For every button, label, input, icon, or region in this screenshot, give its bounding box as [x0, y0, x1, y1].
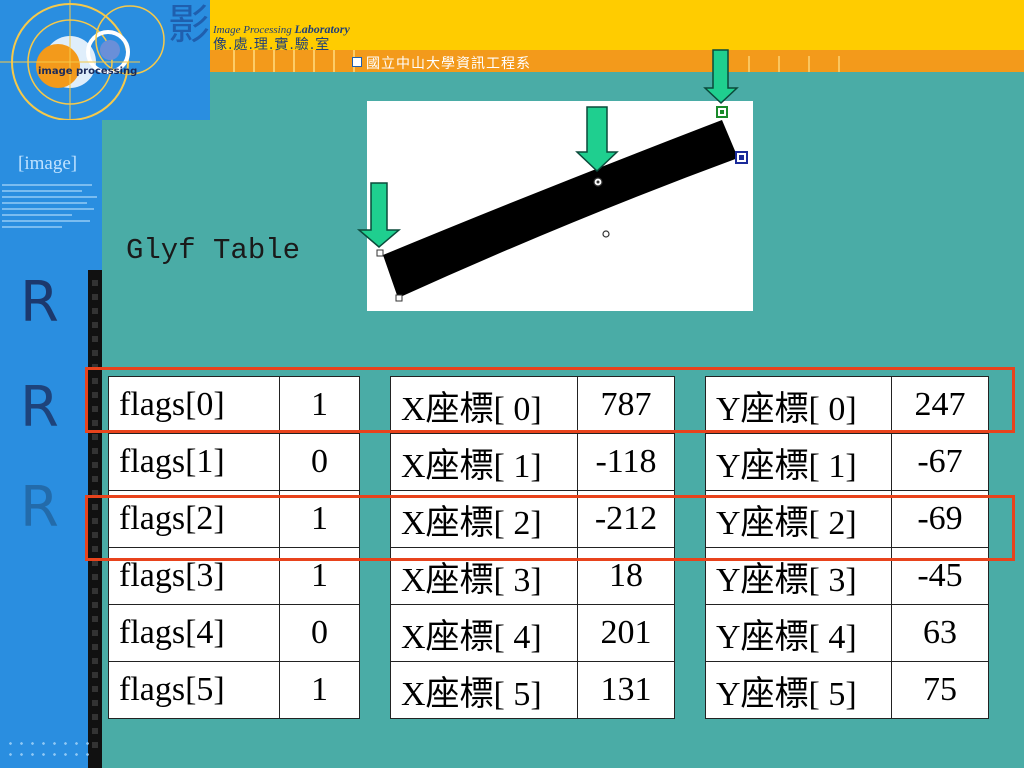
- y-value: 75: [891, 661, 989, 719]
- flags-value: 1: [279, 490, 360, 548]
- table-row: Y座標[ 0] 247: [705, 376, 989, 434]
- point-marker-4: [376, 249, 384, 257]
- arrow-down-icon-1: [356, 182, 402, 248]
- flags-value: 0: [279, 604, 360, 662]
- table-row: Y座標[ 5] 75: [705, 661, 989, 719]
- slide-label: Glyf Table: [126, 234, 301, 267]
- sidebar-image-word: [image]: [18, 153, 78, 174]
- x-coordinate-table: X座標[ 0] 787 X座標[ 1] -118 X座標[ 2] -212 X座標[ …: [390, 376, 675, 719]
- y-label: Y座標[ 4]: [705, 604, 892, 662]
- arrow-down-icon-3: [703, 49, 739, 105]
- flags-label: flags[2]: [108, 490, 280, 548]
- arrow-down-icon-2: [575, 106, 619, 173]
- sidebar-decorative-lines: [2, 184, 102, 232]
- y-value: -45: [891, 547, 989, 605]
- flags-label: flags[3]: [108, 547, 280, 605]
- x-value: -212: [577, 490, 675, 548]
- flags-value: 0: [279, 433, 360, 491]
- x-value: 18: [577, 547, 675, 605]
- flags-value: 1: [279, 547, 360, 605]
- table-row: X座標[ 5] 131: [390, 661, 675, 719]
- sidebar-letter-r-2: R: [20, 375, 59, 440]
- table-row: X座標[ 2] -212: [390, 490, 675, 548]
- x-label: X座標[ 2]: [390, 490, 578, 548]
- x-label: X座標[ 1]: [390, 433, 578, 491]
- glyph-stroke-shape: [383, 120, 738, 298]
- x-value: 201: [577, 604, 675, 662]
- table-row: flags[2] 1: [108, 490, 360, 548]
- point-marker-5: [395, 294, 403, 302]
- y-coordinate-table: Y座標[ 0] 247 Y座標[ 1] -67 Y座標[ 2] -69 Y座標[ 3]…: [705, 376, 989, 719]
- sidebar-letter-r-1: R: [20, 270, 59, 335]
- logo-text: image processing: [38, 66, 138, 77]
- y-value: 63: [891, 604, 989, 662]
- x-value: 131: [577, 661, 675, 719]
- x-value: 787: [577, 376, 675, 434]
- table-row: X座標[ 3] 18: [390, 547, 675, 605]
- x-value: -118: [577, 433, 675, 491]
- flags-label: flags[0]: [108, 376, 280, 434]
- table-row: Y座標[ 4] 63: [705, 604, 989, 662]
- y-value: 247: [891, 376, 989, 434]
- point-marker-3: [602, 230, 610, 238]
- header-lab-chinese: 像.處.理.實.驗.室: [213, 37, 331, 53]
- y-label: Y座標[ 2]: [705, 490, 892, 548]
- glyph-stroke-figure: [356, 49, 748, 302]
- table-row: flags[0] 1: [108, 376, 360, 434]
- y-label: Y座標[ 1]: [705, 433, 892, 491]
- flags-label: flags[4]: [108, 604, 280, 662]
- flags-table: flags[0] 1 flags[1] 0 flags[2] 1 flags[3] 1 …: [108, 376, 360, 719]
- sidebar-letter-r-3: R: [20, 475, 59, 540]
- y-value: -69: [891, 490, 989, 548]
- sidebar-film-dots: [92, 280, 98, 750]
- point-marker-0-inner: [720, 110, 724, 114]
- flags-label: flags[5]: [108, 661, 280, 719]
- table-row: X座標[ 0] 787: [390, 376, 675, 434]
- y-label: Y座標[ 3]: [705, 547, 892, 605]
- header-calligraphy: 影: [168, 0, 211, 49]
- table-row: X座標[ 4] 201: [390, 604, 675, 662]
- y-label: Y座標[ 5]: [705, 661, 892, 719]
- table-row: flags[5] 1: [108, 661, 360, 719]
- x-label: X座標[ 3]: [390, 547, 578, 605]
- x-label: X座標[ 4]: [390, 604, 578, 662]
- y-label: Y座標[ 0]: [705, 376, 892, 434]
- table-row: flags[1] 0: [108, 433, 360, 491]
- flags-value: 1: [279, 661, 360, 719]
- table-row: Y座標[ 3] -45: [705, 547, 989, 605]
- flags-value: 1: [279, 376, 360, 434]
- table-row: flags[4] 0: [108, 604, 360, 662]
- table-row: flags[3] 1: [108, 547, 360, 605]
- x-label: X座標[ 0]: [390, 376, 578, 434]
- flags-label: flags[1]: [108, 433, 280, 491]
- y-value: -67: [891, 433, 989, 491]
- table-row: X座標[ 1] -118: [390, 433, 675, 491]
- x-label: X座標[ 5]: [390, 661, 578, 719]
- table-row: Y座標[ 1] -67: [705, 433, 989, 491]
- sidebar-dot-grid: [5, 738, 95, 760]
- table-row: Y座標[ 2] -69: [705, 490, 989, 548]
- point-marker-2-inner: [596, 180, 600, 184]
- point-marker-1-inner: [739, 155, 744, 160]
